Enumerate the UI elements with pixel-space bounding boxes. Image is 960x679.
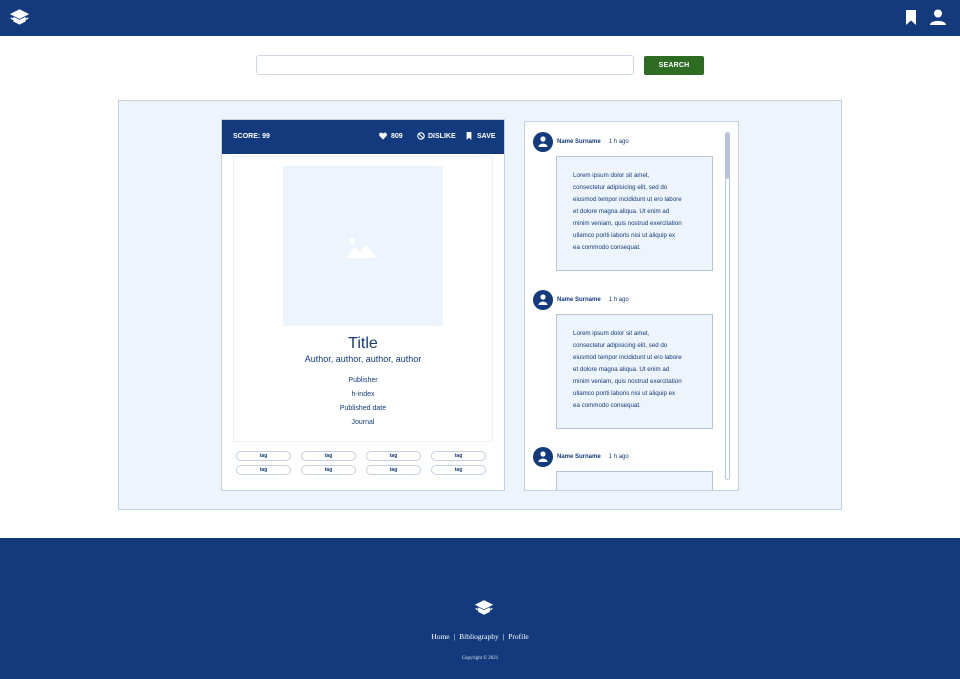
copyright: Copyright © 2021 bbox=[461, 656, 499, 661]
comment-body: Lorem ipsum dolor sit amet, consectetur … bbox=[556, 156, 713, 271]
bookmark-icon bbox=[466, 132, 472, 140]
comment-line: ea commodo consequat. bbox=[573, 244, 641, 251]
footer-links: Home | Bibliography | Profile bbox=[0, 632, 960, 641]
footer-separator: | bbox=[502, 632, 505, 641]
save-label: SAVE bbox=[477, 132, 496, 140]
comment-line: consectetur adipisicing elit, sed do bbox=[573, 342, 668, 349]
article-publisher: Publisher bbox=[348, 377, 378, 384]
tag-chip[interactable]: tag bbox=[236, 451, 291, 461]
comment-header: Name Surname 1 h ago bbox=[533, 447, 629, 467]
comment-line: eiusmod tempor incididunt ut ero labore bbox=[573, 354, 682, 361]
like-count: 809 bbox=[391, 132, 403, 140]
search-input[interactable] bbox=[256, 55, 634, 75]
user-icon bbox=[538, 136, 548, 147]
comment-body bbox=[556, 471, 713, 490]
comment-header: Name Surname 1 h ago bbox=[533, 290, 629, 310]
avatar[interactable] bbox=[533, 290, 553, 310]
comment-line: ea commodo consequat. bbox=[573, 402, 641, 409]
comment-line: et dolore magna aliqua. Ut enim ad bbox=[573, 366, 670, 373]
tag-chip[interactable]: tag bbox=[431, 465, 486, 475]
avatar[interactable] bbox=[533, 132, 553, 152]
comments-scrollbar[interactable] bbox=[725, 132, 730, 480]
score-label: SCORE: 99 bbox=[233, 133, 270, 140]
comment-line: Lorem ipsum dolor sit amet, bbox=[573, 172, 650, 179]
top-navbar bbox=[0, 0, 960, 36]
article-authors: Author, author, author, author bbox=[304, 354, 422, 364]
bookmark-icon[interactable] bbox=[905, 10, 917, 25]
user-icon[interactable] bbox=[930, 9, 946, 25]
comment-time: 1 h ago bbox=[608, 454, 629, 460]
footer-link-bibliography[interactable]: Bibliography bbox=[459, 632, 499, 641]
search-button[interactable]: SEARCH bbox=[644, 56, 704, 75]
article-journal: Journal bbox=[351, 419, 375, 426]
block-icon bbox=[417, 132, 425, 140]
tag-chip[interactable]: tag bbox=[366, 465, 421, 475]
comment-line: Lorem ipsum dolor sit amet, bbox=[573, 330, 650, 337]
tag-list: tag tag tag tag tag tag tag tag bbox=[236, 451, 490, 475]
comment-time: 1 h ago bbox=[608, 139, 629, 145]
comment-line: ullamco poriti laboris nisi ut aliquip e… bbox=[573, 390, 676, 397]
graduation-cap-icon[interactable] bbox=[474, 599, 494, 618]
avatar[interactable] bbox=[533, 447, 553, 467]
footer-separator: | bbox=[453, 632, 456, 641]
tag-chip[interactable]: tag bbox=[366, 451, 421, 461]
scrollbar-thumb[interactable] bbox=[726, 133, 729, 179]
comment-author[interactable]: Name Surname bbox=[557, 297, 601, 303]
tag-chip[interactable]: tag bbox=[301, 451, 356, 461]
comments-panel: Name Surname 1 h ago Lorem ipsum dolor s… bbox=[524, 121, 739, 491]
article-image bbox=[283, 166, 443, 326]
article-h-index: h-index bbox=[351, 391, 375, 398]
comment-line: ullamco poriti laboris nisi ut aliquip e… bbox=[573, 232, 676, 239]
comment-author[interactable]: Name Surname bbox=[557, 139, 601, 145]
dislike-label: DISLIKE bbox=[428, 132, 456, 140]
comment-time: 1 h ago bbox=[608, 297, 629, 303]
like-button[interactable]: 809 bbox=[379, 132, 403, 140]
comment-line: eiusmod tempor incididunt ut ero labore bbox=[573, 196, 682, 203]
comment-line: et dolore magna aliqua. Ut enim ad bbox=[573, 208, 670, 215]
user-icon bbox=[538, 451, 548, 462]
user-icon bbox=[538, 294, 548, 305]
graduation-cap-icon[interactable] bbox=[9, 8, 30, 28]
comment-line: minim veniam, quis nostrud exercitation bbox=[573, 220, 682, 227]
comment-author[interactable]: Name Surname bbox=[557, 454, 601, 460]
article-published-date: Published date bbox=[339, 405, 387, 412]
card-header: SCORE: 99 809 DISLIKE SAVE bbox=[222, 120, 504, 154]
article-title: Title bbox=[348, 335, 378, 352]
dislike-button[interactable]: DISLIKE bbox=[417, 132, 456, 140]
footer-link-home[interactable]: Home bbox=[431, 632, 449, 641]
tag-chip[interactable]: tag bbox=[236, 465, 291, 475]
image-placeholder-icon bbox=[346, 238, 376, 258]
comment-header: Name Surname 1 h ago bbox=[533, 132, 629, 152]
tag-chip[interactable]: tag bbox=[431, 451, 486, 461]
comment-body: Lorem ipsum dolor sit amet, consectetur … bbox=[556, 314, 713, 429]
comment-line: minim veniam, quis nostrud exercitation bbox=[573, 378, 682, 385]
footer-link-profile[interactable]: Profile bbox=[508, 632, 528, 641]
save-button[interactable]: SAVE bbox=[465, 132, 496, 140]
comment-line: consectetur adipisicing elit, sed do bbox=[573, 184, 668, 191]
heart-icon bbox=[379, 132, 387, 140]
tag-chip[interactable]: tag bbox=[301, 465, 356, 475]
